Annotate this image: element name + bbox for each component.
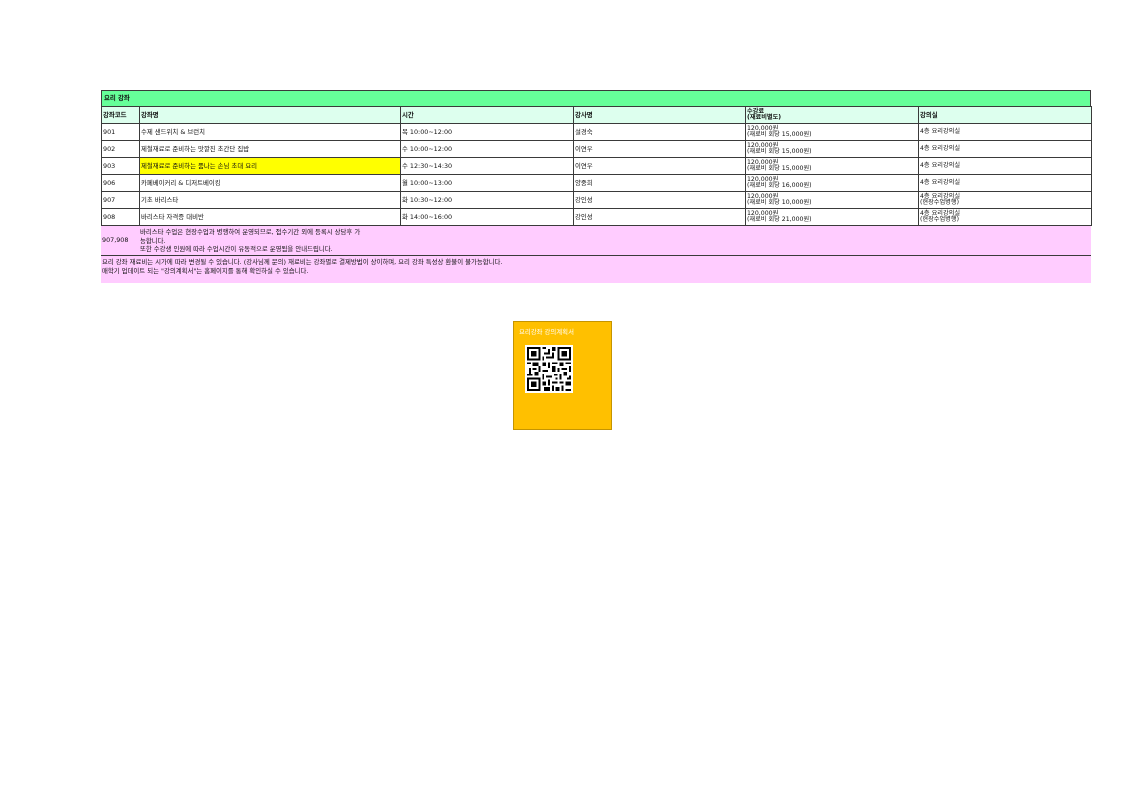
room-name: 4층 요리강의실 [920,127,961,135]
cell-time: 수 12:30~14:30 [400,157,574,175]
course-table: 강좌코드 강좌명 시간 강사명 수강료 (재료비별도) 강의실 901 수제 샌… [101,106,1092,226]
barista-note-line1: 바리스타 수업은 현장수업과 병행하여 운영되므로, 접수기간 외에 등록시 상… [140,228,361,236]
header-time: 시간 [400,106,574,124]
cell-instructor: 이연우 [573,157,746,175]
cell-room: 4층 요리강의실 (현장수업병행) [918,191,1092,209]
cell-instructor: 강인성 [573,191,746,209]
cell-room: 4층 요리강의실 [918,123,1092,141]
general-note: 요리 강좌 재료비는 시가에 따라 변경될 수 있습니다. (강사님께 문의) … [101,256,1091,283]
syllabus-qr-card[interactable]: 요리강좌 강의계획서 [513,321,612,430]
header-fee-line2: (재료비별도) [747,114,782,121]
cell-fee: 120,000원 (재료비 회당 15,000원) [745,157,919,175]
fee-material: (재료비 회당 10,000원) [747,199,812,206]
room-note: (현장수업병행) [920,216,959,223]
cell-name: 카페베이커리 & 디저트베이킹 [139,174,401,192]
cell-instructor: 양중희 [573,174,746,192]
cell-instructor: 이연우 [573,140,746,158]
cell-name: 제철재료로 준비하는 맛깔진 초간단 집밥 [139,140,401,158]
header-instructor: 강사명 [573,106,746,124]
table-header-row: 강좌코드 강좌명 시간 강사명 수강료 (재료비별도) 강의실 [101,106,1092,124]
fee-material: (재료비 회당 15,000원) [747,148,812,155]
cell-code: 908 [101,208,140,226]
cell-time: 목 10:00~12:00 [400,123,574,141]
cell-code: 902 [101,140,140,158]
cell-time: 수 10:00~12:00 [400,140,574,158]
cell-room: 4층 요리강의실 [918,157,1092,175]
header-fee: 수강료 (재료비별도) [745,106,919,124]
cell-time: 화 14:00~16:00 [400,208,574,226]
cell-fee: 120,000원 (재료비 회당 10,000원) [745,191,919,209]
room-note: (현장수업병행) [920,199,959,206]
cell-fee: 120,000원 (재료비 회당 16,000원) [745,174,919,192]
header-name: 강좌명 [139,106,401,124]
cell-fee: 120,000원 (재료비 회당 21,000원) [745,208,919,226]
barista-note-line3: 또한 수강생 인원에 따라 수업시간이 유동적으로 운영됨을 안내드립니다. [140,245,333,254]
header-code: 강좌코드 [101,106,140,124]
barista-note-code: 907,908 [102,236,129,245]
fee-material: (재료비 회당 16,000원) [747,182,812,189]
fee-material: (재료비 회당 15,000원) [747,165,812,172]
room-name: 4층 요리강의실 [920,178,961,186]
general-note-line2: 매학기 업데이트 되는 "강의계획서"는 홈페이지를 통해 확인하실 수 있습니… [102,267,309,276]
header-room: 강의실 [918,106,1092,124]
barista-note-line2: 능합니다. [140,236,166,245]
cell-fee: 120,000원 (재료비 회당 15,000원) [745,140,919,158]
cell-name: 기초 바리스타 [139,191,401,209]
table-row: 901 수제 샌드위치 & 브런치 목 10:00~12:00 설경숙 120,… [101,123,1092,141]
notes-block: 907,908 바리스타 수업은 현장수업과 병행하여 운영되므로, 접수기간 … [101,226,1091,283]
cell-instructor: 설경숙 [573,123,746,141]
cell-time: 월 10:00~13:00 [400,174,574,192]
cell-room: 4층 요리강의실 (현장수업병행) [918,208,1092,226]
cell-name-highlighted: 제철재료로 준비하는 품나는 손님 초대 요리 [139,157,401,175]
barista-note: 907,908 바리스타 수업은 현장수업과 병행하여 운영되므로, 접수기간 … [101,226,1091,256]
cell-time: 화 10:30~12:00 [400,191,574,209]
cell-name: 바리스타 자격증 대비반 [139,208,401,226]
cell-room: 4층 요리강의실 [918,140,1092,158]
room-name: 4층 요리강의실 [920,161,961,169]
table-row: 907 기초 바리스타 화 10:30~12:00 강인성 120,000원 (재… [101,191,1092,209]
fee-material: (재료비 회당 15,000원) [747,131,812,138]
cell-code: 906 [101,174,140,192]
table-row: 908 바리스타 자격증 대비반 화 14:00~16:00 강인성 120,0… [101,208,1092,226]
table-row: 906 카페베이커리 & 디저트베이킹 월 10:00~13:00 양중희 12… [101,174,1092,192]
sheet-title: 요리 강좌 [101,90,1091,106]
cell-code: 901 [101,123,140,141]
cell-room: 4층 요리강의실 [918,174,1092,192]
qr-card-title: 요리강좌 강의계획서 [519,328,574,336]
cell-code: 903 [101,157,140,175]
fee-material: (재료비 회당 21,000원) [747,216,812,223]
room-name: 4층 요리강의실 [920,144,961,152]
cell-instructor: 강인성 [573,208,746,226]
cell-fee: 120,000원 (재료비 회당 15,000원) [745,123,919,141]
general-note-line1: 요리 강좌 재료비는 시가에 따라 변경될 수 있습니다. (강사님께 문의) … [102,258,503,266]
table-row: 902 제철재료로 준비하는 맛깔진 초간단 집밥 수 10:00~12:00 … [101,140,1092,158]
cell-name: 수제 샌드위치 & 브런치 [139,123,401,141]
qr-code-icon[interactable] [525,345,573,393]
cell-code: 907 [101,191,140,209]
table-row: 903 제철재료로 준비하는 품나는 손님 초대 요리 수 12:30~14:3… [101,157,1092,175]
barista-note-text: 바리스타 수업은 현장수업과 병행하여 운영되므로, 접수기간 외에 등록시 상… [140,226,400,255]
course-sheet: 요리 강좌 강좌코드 강좌명 시간 강사명 수강료 (재료비별도) 강의실 90… [101,90,1092,283]
